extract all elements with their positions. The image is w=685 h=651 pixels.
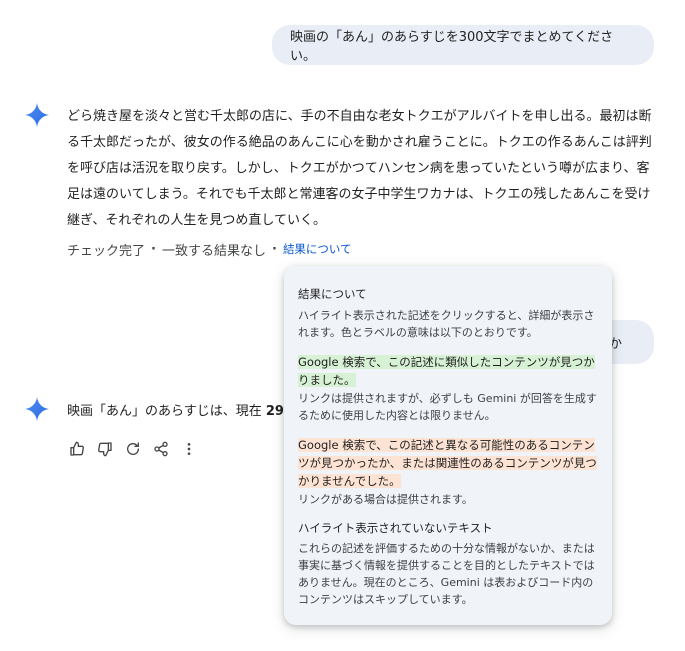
response-text-bold: 29 — [265, 404, 284, 419]
separator-dot: · — [151, 241, 156, 257]
popover-title: 結果について — [298, 287, 367, 301]
response-text-prefix: 映画「あん」のあらすじは、現在 — [67, 404, 266, 419]
gemini-response-text: 映画「あん」のあらすじは、現在 29 — [67, 400, 284, 419]
green-highlight-legend: Google 検索で、この記述に類似したコンテンツが見つかりました。 — [298, 353, 598, 389]
orange-highlight-legend: Google 検索で、この記述と異なる可能性のあるコンテンツが見つかったか、また… — [298, 436, 598, 490]
gemini-spark-icon — [25, 103, 49, 127]
popover-description: ハイライト表示された記述をクリックすると、詳細が表示されます。色とラベルの意味は… — [298, 309, 595, 339]
green-highlight-description: リンクは提供されますが、必ずしも Gemini が回答を生成するために使用した内… — [298, 392, 597, 422]
more-vert-icon[interactable] — [178, 440, 200, 458]
plain-text-title: ハイライト表示されていないテキスト — [298, 521, 493, 535]
thumbs-down-icon[interactable] — [94, 440, 116, 458]
separator-dot: · — [271, 241, 277, 257]
user-message-bubble: 映画の「あん」のあらすじを300文字でまとめてください。 — [272, 25, 654, 65]
gemini-spark-icon — [25, 397, 49, 421]
about-results-popover: 結果について ハイライト表示された記述をクリックすると、詳細が表示されます。色と… — [284, 266, 612, 625]
check-complete-label: チェック完了 — [67, 243, 146, 259]
plain-text-description: これらの記述を評価するための十分な情報がないか、または事実に基づく情報を提供する… — [298, 542, 595, 606]
green-highlight-title: Google 検索で、この記述に類似したコンテンツが見つかりました。 — [298, 355, 595, 387]
orange-highlight-title: Google 検索で、この記述と異なる可能性のあるコンテンツが見つかったか、また… — [298, 438, 597, 488]
double-check-status: チェック完了 · 一致する結果なし · 結果について — [67, 239, 352, 259]
check-result-label: 一致する結果なし — [161, 243, 266, 259]
share-icon[interactable] — [150, 440, 172, 458]
user-message-text: 映画の「あん」のあらすじを300文字でまとめてください。 — [290, 30, 614, 64]
thumbs-up-icon[interactable] — [66, 440, 88, 458]
orange-highlight-description: リンクがある場合は提供されます。 — [298, 493, 473, 506]
gemini-response-text: どら焼き屋を淡々と営む千太郎の店に、手の不自由な老女トクエがアルバイトを申し出る… — [67, 109, 652, 228]
about-results-link[interactable]: 結果について — [283, 241, 352, 257]
response-action-bar — [66, 440, 200, 458]
regenerate-icon[interactable] — [122, 440, 144, 458]
